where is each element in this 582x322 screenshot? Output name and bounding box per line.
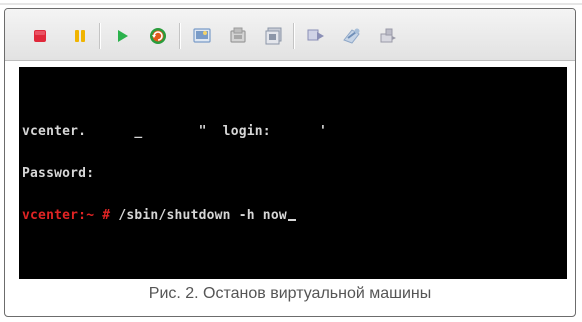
top-border-line	[0, 3, 582, 5]
figure-frame: vcenter. _ " login: ' Password: vcenter:…	[4, 8, 576, 317]
settings-button[interactable]	[377, 25, 399, 47]
revert-button[interactable]	[227, 25, 249, 47]
manager-icon	[265, 27, 282, 45]
console-icon	[307, 29, 324, 41]
toolbar-separator	[179, 23, 181, 49]
terminal-line-login: vcenter. _ " login: '	[22, 125, 567, 139]
terminal-line-command: vcenter:~ # /sbin/shutdown -h now	[22, 209, 567, 223]
vm-toolbar	[5, 9, 575, 61]
revert-icon	[230, 27, 246, 43]
play-icon	[118, 30, 128, 42]
toolbar-separator	[293, 23, 295, 49]
tools-button[interactable]	[341, 25, 363, 47]
reset-button[interactable]	[147, 25, 169, 47]
stop-square-icon	[34, 30, 46, 42]
vm-console-screen[interactable]: vcenter. _ " login: ' Password: vcenter:…	[19, 67, 567, 279]
pause-icon	[75, 30, 85, 42]
figure-caption: Рис. 2. Останов виртуальной машины	[148, 285, 432, 302]
toolbar-separator	[99, 23, 101, 49]
reset-icon	[150, 28, 166, 44]
terminal-login-label: _ " login:	[86, 124, 271, 139]
manager-button[interactable]	[263, 25, 285, 47]
terminal-hostname: vcenter.	[22, 124, 87, 139]
terminal-prompt: vcenter:~ #	[22, 208, 111, 223]
devices-icon	[380, 28, 396, 43]
terminal-login-value: '	[270, 124, 328, 139]
snapshot-button[interactable]	[191, 25, 213, 47]
terminal-line-password: Password:	[22, 166, 95, 181]
snapshot-icon	[193, 28, 211, 43]
power-off-button[interactable]	[29, 25, 51, 47]
pause-button[interactable]	[69, 25, 91, 47]
terminal-cursor	[287, 219, 296, 221]
power-on-button[interactable]	[111, 25, 133, 47]
fullscreen-button[interactable]	[305, 25, 327, 47]
terminal-command: /sbin/shutdown -h now	[110, 208, 287, 223]
tools-icon	[343, 28, 360, 44]
